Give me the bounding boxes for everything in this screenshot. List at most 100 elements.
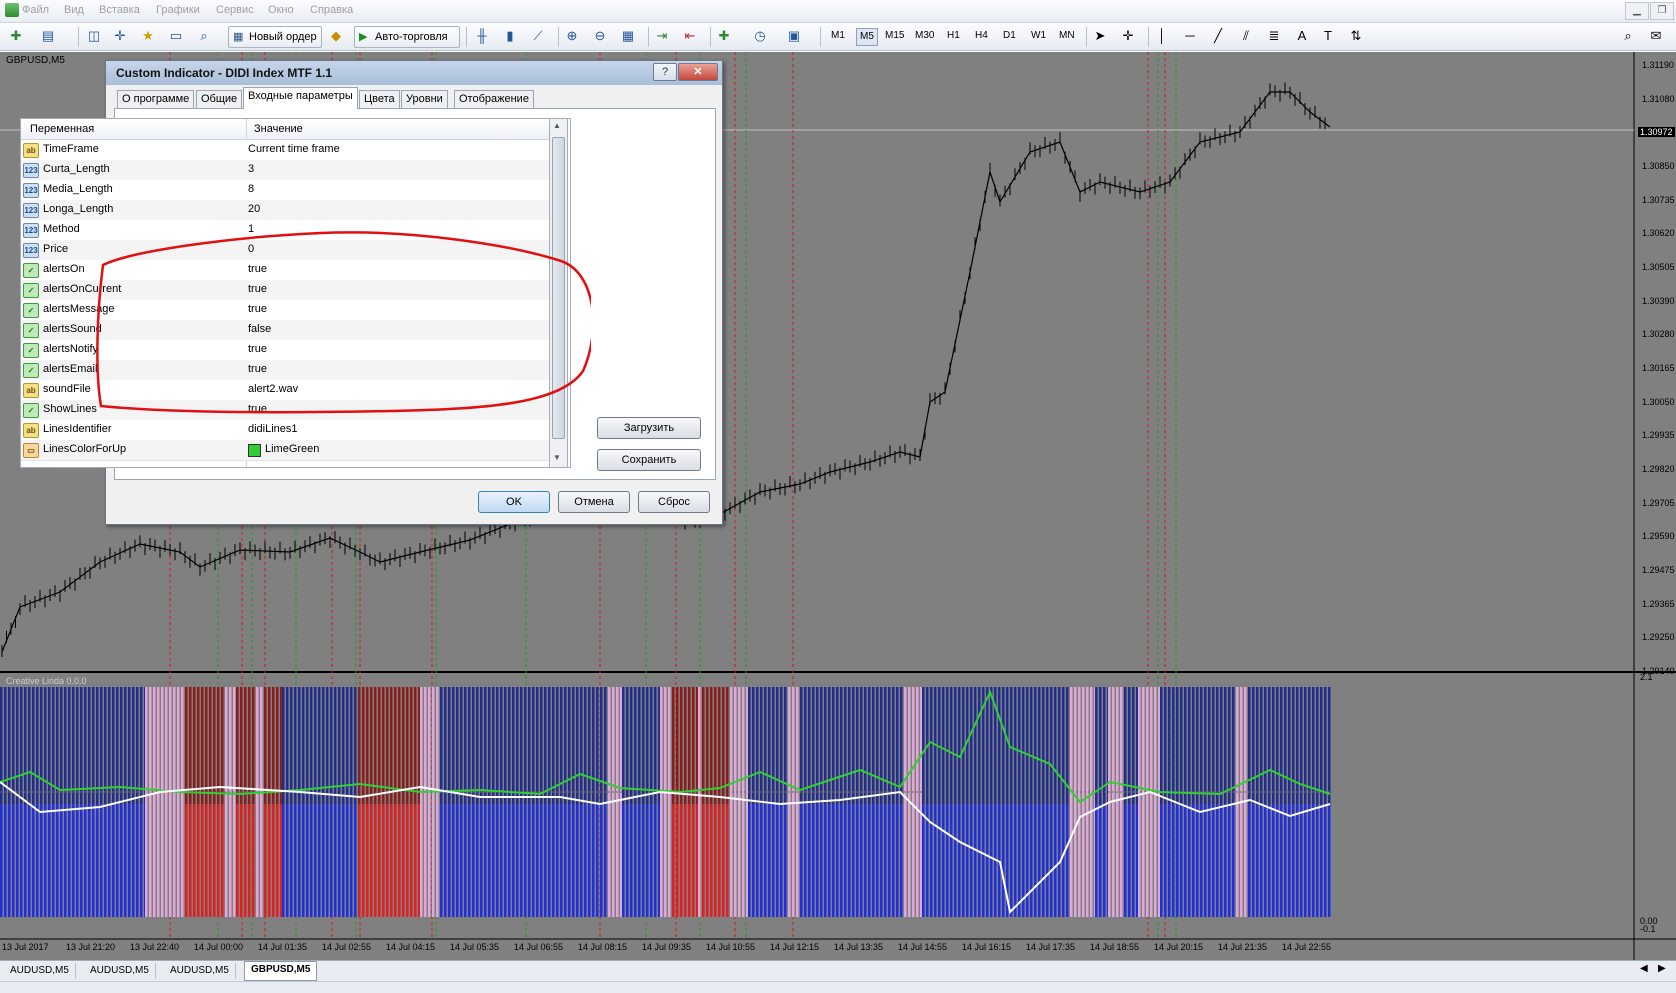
tab-levels[interactable]: Уровни [401,90,448,108]
histogram-bar [500,804,503,917]
param-value[interactable]: 20 [248,203,260,215]
cancel-button[interactable]: Отмена [558,491,630,513]
time-tick-label: 13 Jul 21:20 [66,942,116,952]
param-row-media_length[interactable]: 123 Media_Length 8 [21,180,550,201]
restore-button[interactable]: ❐ [1650,2,1674,20]
menu-window[interactable]: Окно [268,4,294,16]
tab-scroll-left-icon[interactable]: ◀ [1640,963,1648,974]
histogram-bar [676,687,679,804]
histogram-bar [714,687,717,804]
help-button[interactable]: ? [653,63,677,81]
chart-tab-audusd-1[interactable]: AUDUSD,M5 [4,963,76,979]
histogram-bar [1074,687,1077,917]
param-value[interactable]: Current time frame [248,143,340,155]
candlestick-icon[interactable]: ▮ [502,28,518,44]
terminal-icon[interactable]: ▭ [168,28,184,44]
menu-help[interactable]: Справка [310,4,353,16]
param-row-curta_length[interactable]: 123 Curta_Length 3 [21,160,550,181]
tab-visualization[interactable]: Отображение [454,90,534,108]
auto-trading-button[interactable]: ▶ Авто-торговля [354,26,460,48]
timeframe-d1[interactable]: D1 [1000,28,1019,44]
text-label-icon[interactable]: T [1320,28,1336,44]
text-icon[interactable]: A [1294,28,1310,44]
menu-file[interactable]: Файл [22,4,49,16]
tab-common[interactable]: Общие [196,90,243,108]
menu-tools[interactable]: Сервис [216,4,254,16]
menu-charts[interactable]: Графики [156,4,200,16]
histogram-bar [402,804,405,917]
trendline-icon[interactable]: ╱ [1210,28,1226,44]
histogram-bar [456,687,459,804]
vertical-line-icon[interactable]: │ [1154,28,1170,44]
timeframe-m30[interactable]: M30 [912,28,937,44]
param-value[interactable]: 3 [248,163,254,175]
chat-icon[interactable]: ✉ [1648,28,1664,44]
line-chart-icon[interactable]: ⟋ [530,28,546,44]
timeframe-m1[interactable]: M1 [828,28,848,44]
dialog-title-bar[interactable]: Custom Indicator - DIDI Index MTF 1.1 ? … [106,61,722,85]
histogram-bar [84,687,87,804]
cursor-icon[interactable]: ➤ [1092,28,1108,44]
chart-tab-audusd-3[interactable]: AUDUSD,M5 [164,963,236,979]
save-button[interactable]: Сохранить [597,449,701,471]
chart-shift-icon[interactable]: ⇤ [682,28,698,44]
load-button[interactable]: Загрузить [597,417,701,439]
tab-colors[interactable]: Цвета [359,90,400,108]
param-value[interactable]: 8 [248,183,254,195]
new-chart-icon[interactable]: ✚ [8,28,24,44]
metaeditor-icon[interactable]: ◆ [328,28,344,44]
timeframe-m15[interactable]: M15 [882,28,907,44]
scroll-up-icon[interactable]: ▲ [553,121,561,130]
fibonacci-icon[interactable]: ≣ [1266,28,1282,44]
crosshair-icon[interactable]: ✛ [1120,28,1136,44]
tab-inputs[interactable]: Входные параметры [243,87,358,109]
auto-scroll-icon[interactable]: ⇥ [654,28,670,44]
periods-icon[interactable]: ◷ [752,28,768,44]
tab-about[interactable]: О программе [117,90,195,108]
arrows-icon[interactable]: ⇅ [1348,28,1364,44]
histogram-bar [1300,804,1303,917]
minimize-button[interactable]: ▁ [1625,2,1649,20]
histogram-bar [616,687,619,917]
bar-chart-icon[interactable]: ╫ [474,28,490,44]
search-icon[interactable]: ⌕ [1620,28,1636,44]
timeframe-m5[interactable]: M5 [856,28,878,46]
param-row-longa_length[interactable]: 123 Longa_Length 20 [21,200,550,221]
menu-view[interactable]: Вид [64,4,84,16]
profiles-icon[interactable]: ▤ [40,28,56,44]
timeframe-w1[interactable]: W1 [1028,28,1049,44]
close-button[interactable]: ✕ [678,63,718,81]
integer-type-icon: 123 [23,243,39,258]
market-watch-icon[interactable]: ◫ [86,28,102,44]
equidistant-channel-icon[interactable]: ⫽ [1238,28,1254,44]
tile-windows-icon[interactable]: ▦ [620,28,636,44]
scroll-down-icon[interactable]: ▼ [553,453,561,462]
histogram-bar [1212,804,1215,917]
histogram-bar [688,687,691,804]
timeframe-mn[interactable]: MN [1056,28,1078,44]
timeframe-h4[interactable]: H4 [972,28,991,44]
menu-insert[interactable]: Вставка [99,4,140,16]
horizontal-line-icon[interactable]: ─ [1182,28,1198,44]
zoom-in-icon[interactable]: ⊕ [564,28,580,44]
histogram-bar [464,804,467,917]
histogram-bar [580,804,583,917]
reset-button[interactable]: Сброс [638,491,710,513]
time-tick-label: 14 Jul 13:35 [834,942,884,952]
data-window-icon[interactable]: ✛ [112,28,128,44]
chart-tab-audusd-2[interactable]: AUDUSD,M5 [84,963,156,979]
navigator-icon[interactable]: ★ [140,28,156,44]
timeframe-h1[interactable]: H1 [944,28,963,44]
indicator-scale-label: 2.1 [1640,672,1653,682]
templates-icon[interactable]: ▣ [786,28,802,44]
histogram-bar [1224,687,1227,804]
zoom-out-icon[interactable]: ⊖ [592,28,608,44]
indicators-icon[interactable]: ✚ [716,28,732,44]
new-order-button[interactable]: ▦ Новый ордер [228,26,322,48]
tester-icon[interactable]: ⌕ [196,28,212,44]
param-row-timeframe[interactable]: ab TimeFrame Current time frame [21,140,550,161]
histogram-bar [734,687,737,917]
chart-tab-gbpusd[interactable]: GBPUSD,M5 [244,961,318,981]
tab-scroll-right-icon[interactable]: ▶ [1658,963,1666,974]
ok-button[interactable]: OK [478,491,550,513]
